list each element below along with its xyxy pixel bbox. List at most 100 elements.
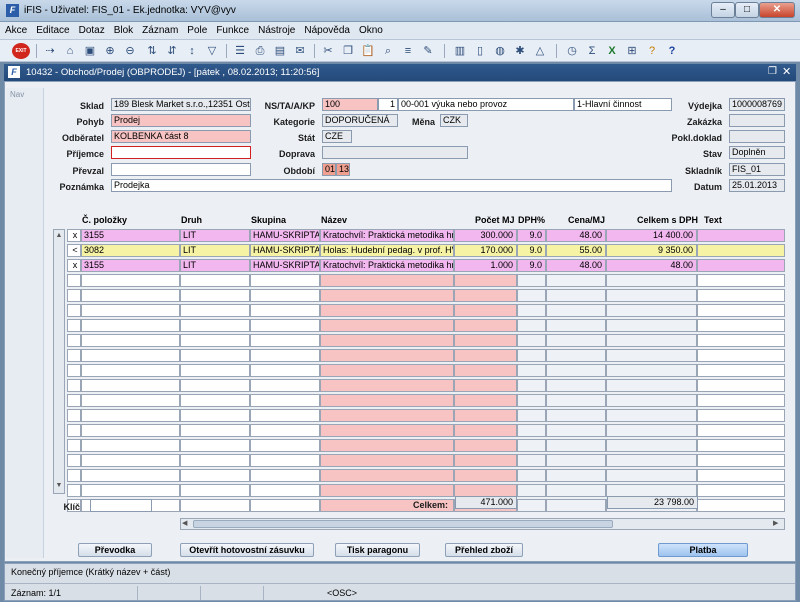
- grid-cell-text[interactable]: [697, 259, 785, 272]
- grid-cell-druh[interactable]: [180, 454, 250, 467]
- grid-cell-pocet[interactable]: [454, 349, 517, 362]
- grid-cell-nazev[interactable]: [320, 289, 454, 302]
- warning-icon[interactable]: △: [532, 43, 548, 59]
- grid-cell-pocet[interactable]: [454, 274, 517, 287]
- grid-cell-pocet[interactable]: [454, 289, 517, 302]
- grid-cell-skupina[interactable]: [250, 304, 320, 317]
- grid-cell-flag[interactable]: x: [67, 259, 81, 272]
- grid-cell-celkem[interactable]: [606, 304, 697, 317]
- grid-cell-cena[interactable]: 48.00: [546, 229, 606, 242]
- a-field[interactable]: 00-001 výuka nebo provoz: [398, 98, 574, 111]
- grid-cell-skupina[interactable]: [250, 394, 320, 407]
- grid-cell-cena[interactable]: [546, 484, 606, 497]
- close-button[interactable]: ✕: [759, 2, 795, 18]
- grid-cell-cena[interactable]: [546, 409, 606, 422]
- grid-cell-flag[interactable]: [67, 289, 81, 302]
- grid-cell-text[interactable]: [697, 469, 785, 482]
- grid-cell-celkem[interactable]: [606, 364, 697, 377]
- grid-cell-druh[interactable]: [180, 379, 250, 392]
- kategorie-field[interactable]: DOPORUČENÁ: [322, 114, 398, 127]
- grid-cell-cislo[interactable]: [81, 274, 180, 287]
- grid-cell-flag[interactable]: [67, 274, 81, 287]
- grid-cell-pocet[interactable]: [454, 379, 517, 392]
- grid-cell-celkem[interactable]: [606, 274, 697, 287]
- grid-cell-cislo[interactable]: [81, 424, 180, 437]
- grid-cell-druh[interactable]: [180, 499, 250, 512]
- page-icon[interactable]: ▯: [472, 43, 488, 59]
- menu-funkce[interactable]: Funkce: [211, 22, 253, 36]
- grid-cell-cislo[interactable]: [81, 364, 180, 377]
- grid-cell-celkem[interactable]: [606, 469, 697, 482]
- grid-cell-skupina[interactable]: [250, 469, 320, 482]
- grid-cell-pocet[interactable]: 170.000: [454, 244, 517, 257]
- scroll-down-icon[interactable]: ▼: [55, 481, 63, 491]
- grid-cell-nazev[interactable]: [320, 364, 454, 377]
- grid-cell-pocet[interactable]: 1.000: [454, 259, 517, 272]
- nav-label[interactable]: Nav: [10, 90, 24, 99]
- grid-cell-dph[interactable]: [517, 364, 546, 377]
- grid-cell-dph[interactable]: [517, 334, 546, 347]
- grid-cell-pocet[interactable]: [454, 424, 517, 437]
- grid-cell-celkem[interactable]: [606, 424, 697, 437]
- filter-icon[interactable]: ▽: [204, 43, 220, 59]
- grid-cell-flag[interactable]: [67, 349, 81, 362]
- zakazka-field[interactable]: [729, 114, 785, 127]
- obdobi-year-field[interactable]: 13: [336, 163, 350, 176]
- grid-cell-flag[interactable]: [67, 394, 81, 407]
- grid-cell-flag[interactable]: [67, 319, 81, 332]
- grid-cell-skupina[interactable]: [250, 499, 320, 512]
- grid-cell-skupina[interactable]: HAMU-SKRIPTA,O: [250, 259, 320, 272]
- minimize-button[interactable]: –: [711, 2, 735, 18]
- grid-cell-cislo[interactable]: 3155: [81, 229, 180, 242]
- grid-cell-cislo[interactable]: [81, 469, 180, 482]
- grid-cell-text[interactable]: [697, 334, 785, 347]
- print-icon[interactable]: ⎙: [252, 43, 268, 59]
- find-icon[interactable]: ⌕: [380, 43, 396, 59]
- otevrit-zasuvku-button[interactable]: Otevřít hotovostní zásuvku: [180, 543, 314, 557]
- scroll-left-icon[interactable]: ◀: [182, 519, 192, 529]
- grid-cell-dph[interactable]: [517, 289, 546, 302]
- grid-cell-cislo[interactable]: [81, 304, 180, 317]
- obdobi-month-field[interactable]: 01: [322, 163, 336, 176]
- grid-cell-nazev[interactable]: [320, 469, 454, 482]
- grid-cell-text[interactable]: [697, 409, 785, 422]
- grid-cell-skupina[interactable]: [250, 454, 320, 467]
- grid-cell-cena[interactable]: [546, 439, 606, 452]
- grid-cell-cena[interactable]: [546, 454, 606, 467]
- klic-field[interactable]: [90, 499, 152, 512]
- copy-icon[interactable]: ❐: [340, 43, 356, 59]
- grid-cell-druh[interactable]: LIT: [180, 229, 250, 242]
- doprava-field[interactable]: [322, 146, 468, 159]
- grid-cell-dph[interactable]: [517, 274, 546, 287]
- menu-napoveda[interactable]: Nápověda: [299, 22, 354, 36]
- sort-asc-icon[interactable]: ⇅: [144, 43, 160, 59]
- grid-cell-pocet[interactable]: [454, 319, 517, 332]
- grid-cell-nazev[interactable]: Kratochvíl: Praktická metodika hry n: [320, 229, 454, 242]
- grid-cell-nazev[interactable]: [320, 409, 454, 422]
- grid-cell-flag[interactable]: x: [67, 229, 81, 242]
- grid-cell-text[interactable]: [697, 394, 785, 407]
- calculator-icon[interactable]: ◷: [564, 43, 580, 59]
- grid-cell-celkem[interactable]: [606, 379, 697, 392]
- grid-cell-skupina[interactable]: [250, 334, 320, 347]
- grid-cell-dph[interactable]: [517, 319, 546, 332]
- grid-cell-nazev[interactable]: Holas: Hudební pedag. v prof. HV: [320, 244, 454, 257]
- mena-field[interactable]: CZK: [440, 114, 468, 127]
- grid-cell-druh[interactable]: [180, 469, 250, 482]
- menu-editace[interactable]: Editace: [31, 22, 73, 36]
- grid-cell-skupina[interactable]: [250, 484, 320, 497]
- grid-cell-cena[interactable]: [546, 394, 606, 407]
- stat-field[interactable]: CZE: [322, 130, 352, 143]
- grid-cell-pocet[interactable]: [454, 364, 517, 377]
- grid-cell-skupina[interactable]: [250, 379, 320, 392]
- menu-okno[interactable]: Okno: [354, 22, 387, 36]
- grid-cell-druh[interactable]: [180, 274, 250, 287]
- grid-cell-cislo[interactable]: [81, 334, 180, 347]
- grid-cell-pocet[interactable]: [454, 439, 517, 452]
- save-icon[interactable]: ▣: [82, 43, 98, 59]
- grid-cell-skupina[interactable]: [250, 409, 320, 422]
- grid-cell-cena[interactable]: [546, 424, 606, 437]
- grid-cell-druh[interactable]: [180, 439, 250, 452]
- grid-cell-cena[interactable]: [546, 334, 606, 347]
- grid-cell-celkem[interactable]: [606, 319, 697, 332]
